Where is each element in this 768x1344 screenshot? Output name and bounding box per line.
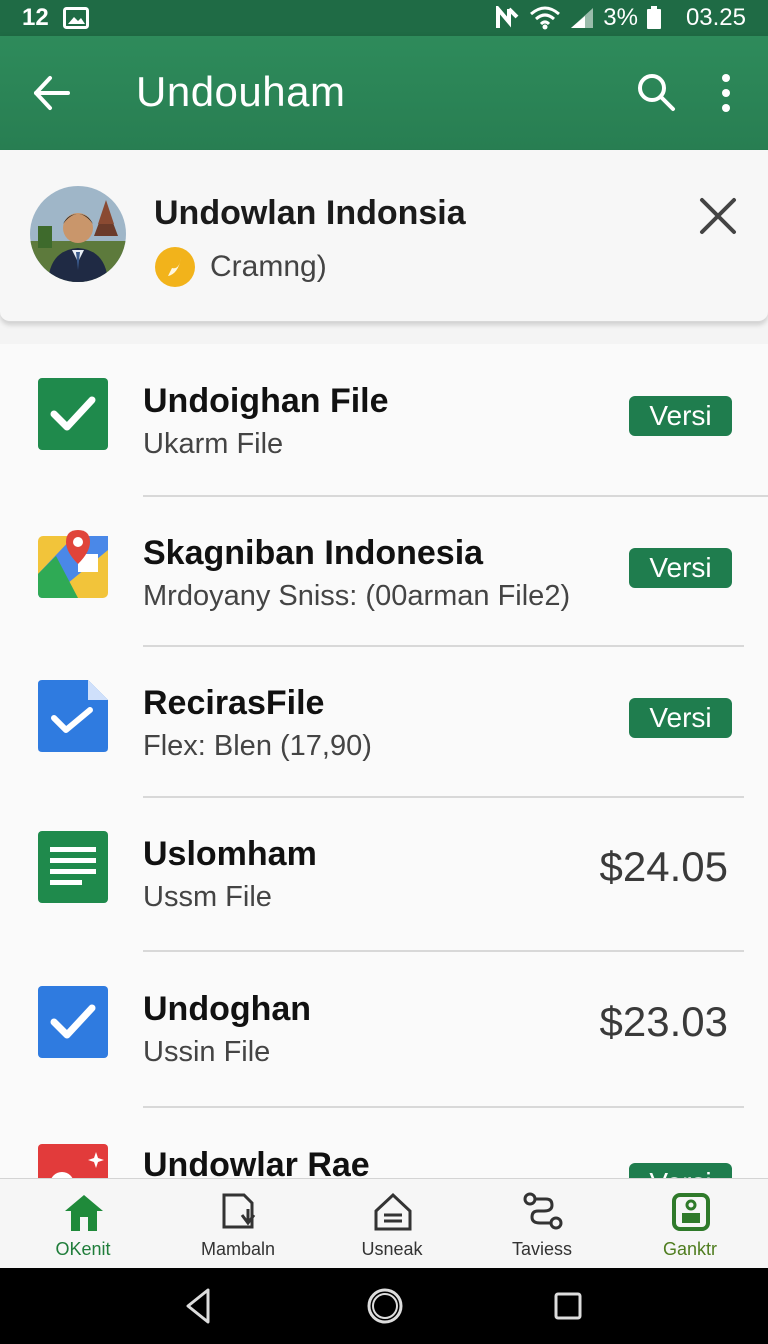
app-title: Undouham	[136, 68, 346, 115]
search-icon[interactable]	[636, 72, 676, 112]
status-bar: 12 3% 03.25	[0, 0, 768, 36]
back-arrow-icon[interactable]	[30, 72, 72, 114]
house-outline-icon	[374, 1192, 412, 1231]
list-item[interactable]: Undoighan File Ukarm File Versi	[0, 344, 768, 496]
list-item[interactable]: Undoghan Ussin File $23.03	[0, 952, 768, 1104]
coin-icon	[155, 247, 195, 287]
red-photo-icon	[38, 1144, 108, 1178]
checkbox-green-icon	[38, 378, 108, 450]
checkbox-blue-icon	[38, 986, 108, 1058]
more-vert-icon[interactable]	[716, 72, 736, 114]
file-subtitle: Ussin File	[143, 1036, 271, 1068]
file-subtitle: Flex: Blen (17,90)	[143, 730, 372, 762]
nav-item-usneak[interactable]: Usneak	[332, 1179, 452, 1269]
bottom-nav: OKenit Mambaln Usneak Taviess Ganktr	[0, 1178, 768, 1268]
avatar[interactable]	[30, 186, 126, 282]
nav-label: Usneak	[361, 1239, 423, 1259]
nav-label: OKenit	[55, 1239, 111, 1259]
profile-status: Cramng)	[154, 246, 327, 288]
home-icon	[65, 1195, 103, 1231]
close-icon[interactable]	[696, 194, 740, 238]
version-badge[interactable]: Versi	[629, 548, 732, 588]
list-item[interactable]: Skagniban Indonesia Mrdoyany Sniss: (00a…	[0, 496, 768, 648]
file-name: Undoighan File	[143, 382, 389, 420]
list-item[interactable]: RecirasFile Flex: Blen (17,90) Versi	[0, 646, 768, 798]
wifi-icon	[530, 6, 561, 30]
file-name: RecirasFile	[143, 684, 325, 722]
nav-item-ganktr[interactable]: Ganktr	[630, 1179, 750, 1269]
home-circle-icon[interactable]	[365, 1286, 405, 1326]
profile-status-text: Cramng)	[210, 250, 327, 283]
app-bar: Undouham	[0, 36, 768, 150]
file-name: Undowlar Rae	[143, 1146, 370, 1178]
version-badge[interactable]: Versi	[629, 1163, 732, 1178]
file-subtitle: Ussm File	[143, 881, 272, 913]
list-item[interactable]: Uslomham Ussm File $24.05	[0, 797, 768, 949]
green-sheet-icon	[38, 831, 108, 903]
list-item[interactable]: Undowlar Rae Versi	[0, 1108, 768, 1178]
file-name: Skagniban Indonesia	[143, 534, 484, 572]
blue-doc-icon	[38, 680, 108, 752]
nav-item-mambaln[interactable]: Mambaln	[178, 1179, 298, 1269]
profile-name: Undowlan Indonsia	[154, 194, 466, 232]
profile-card: Undowlan Indonsia Cramng)	[0, 150, 768, 322]
gallery-notification-icon	[62, 7, 89, 29]
status-left-text: 12	[22, 4, 49, 31]
maps-pin-icon	[38, 530, 108, 598]
version-badge[interactable]: Versi	[629, 396, 732, 436]
nav-item-taviess[interactable]: Taviess	[482, 1179, 602, 1269]
system-nav-bar	[0, 1268, 768, 1344]
signal-icon	[571, 8, 594, 28]
file-subtitle: Mrdoyany Sniss: (00arman File2)	[143, 580, 571, 612]
price: $23.03	[599, 998, 728, 1045]
file-name: Uslomham	[143, 835, 317, 873]
file-list: Undoighan File Ukarm File Versi Skagniba…	[0, 344, 768, 1178]
recents-square-icon[interactable]	[548, 1286, 588, 1326]
price: $24.05	[599, 843, 728, 890]
wallet-icon	[672, 1193, 710, 1231]
nav-label: Ganktr	[662, 1239, 718, 1259]
battery-percent: 3%	[603, 4, 638, 31]
nfc-icon	[496, 6, 519, 28]
version-badge[interactable]: Versi	[629, 698, 732, 738]
route-icon	[523, 1192, 563, 1230]
file-name: Undoghan	[143, 990, 312, 1028]
nav-item-okenit[interactable]: OKenit	[23, 1179, 143, 1269]
nav-label: Taviess	[511, 1239, 573, 1259]
back-triangle-icon[interactable]	[180, 1286, 220, 1326]
clock: 03.25	[685, 4, 746, 31]
nav-label: Mambaln	[200, 1239, 276, 1259]
battery-icon	[646, 6, 661, 29]
file-subtitle: Ukarm File	[143, 428, 284, 460]
document-download-icon	[222, 1193, 256, 1229]
